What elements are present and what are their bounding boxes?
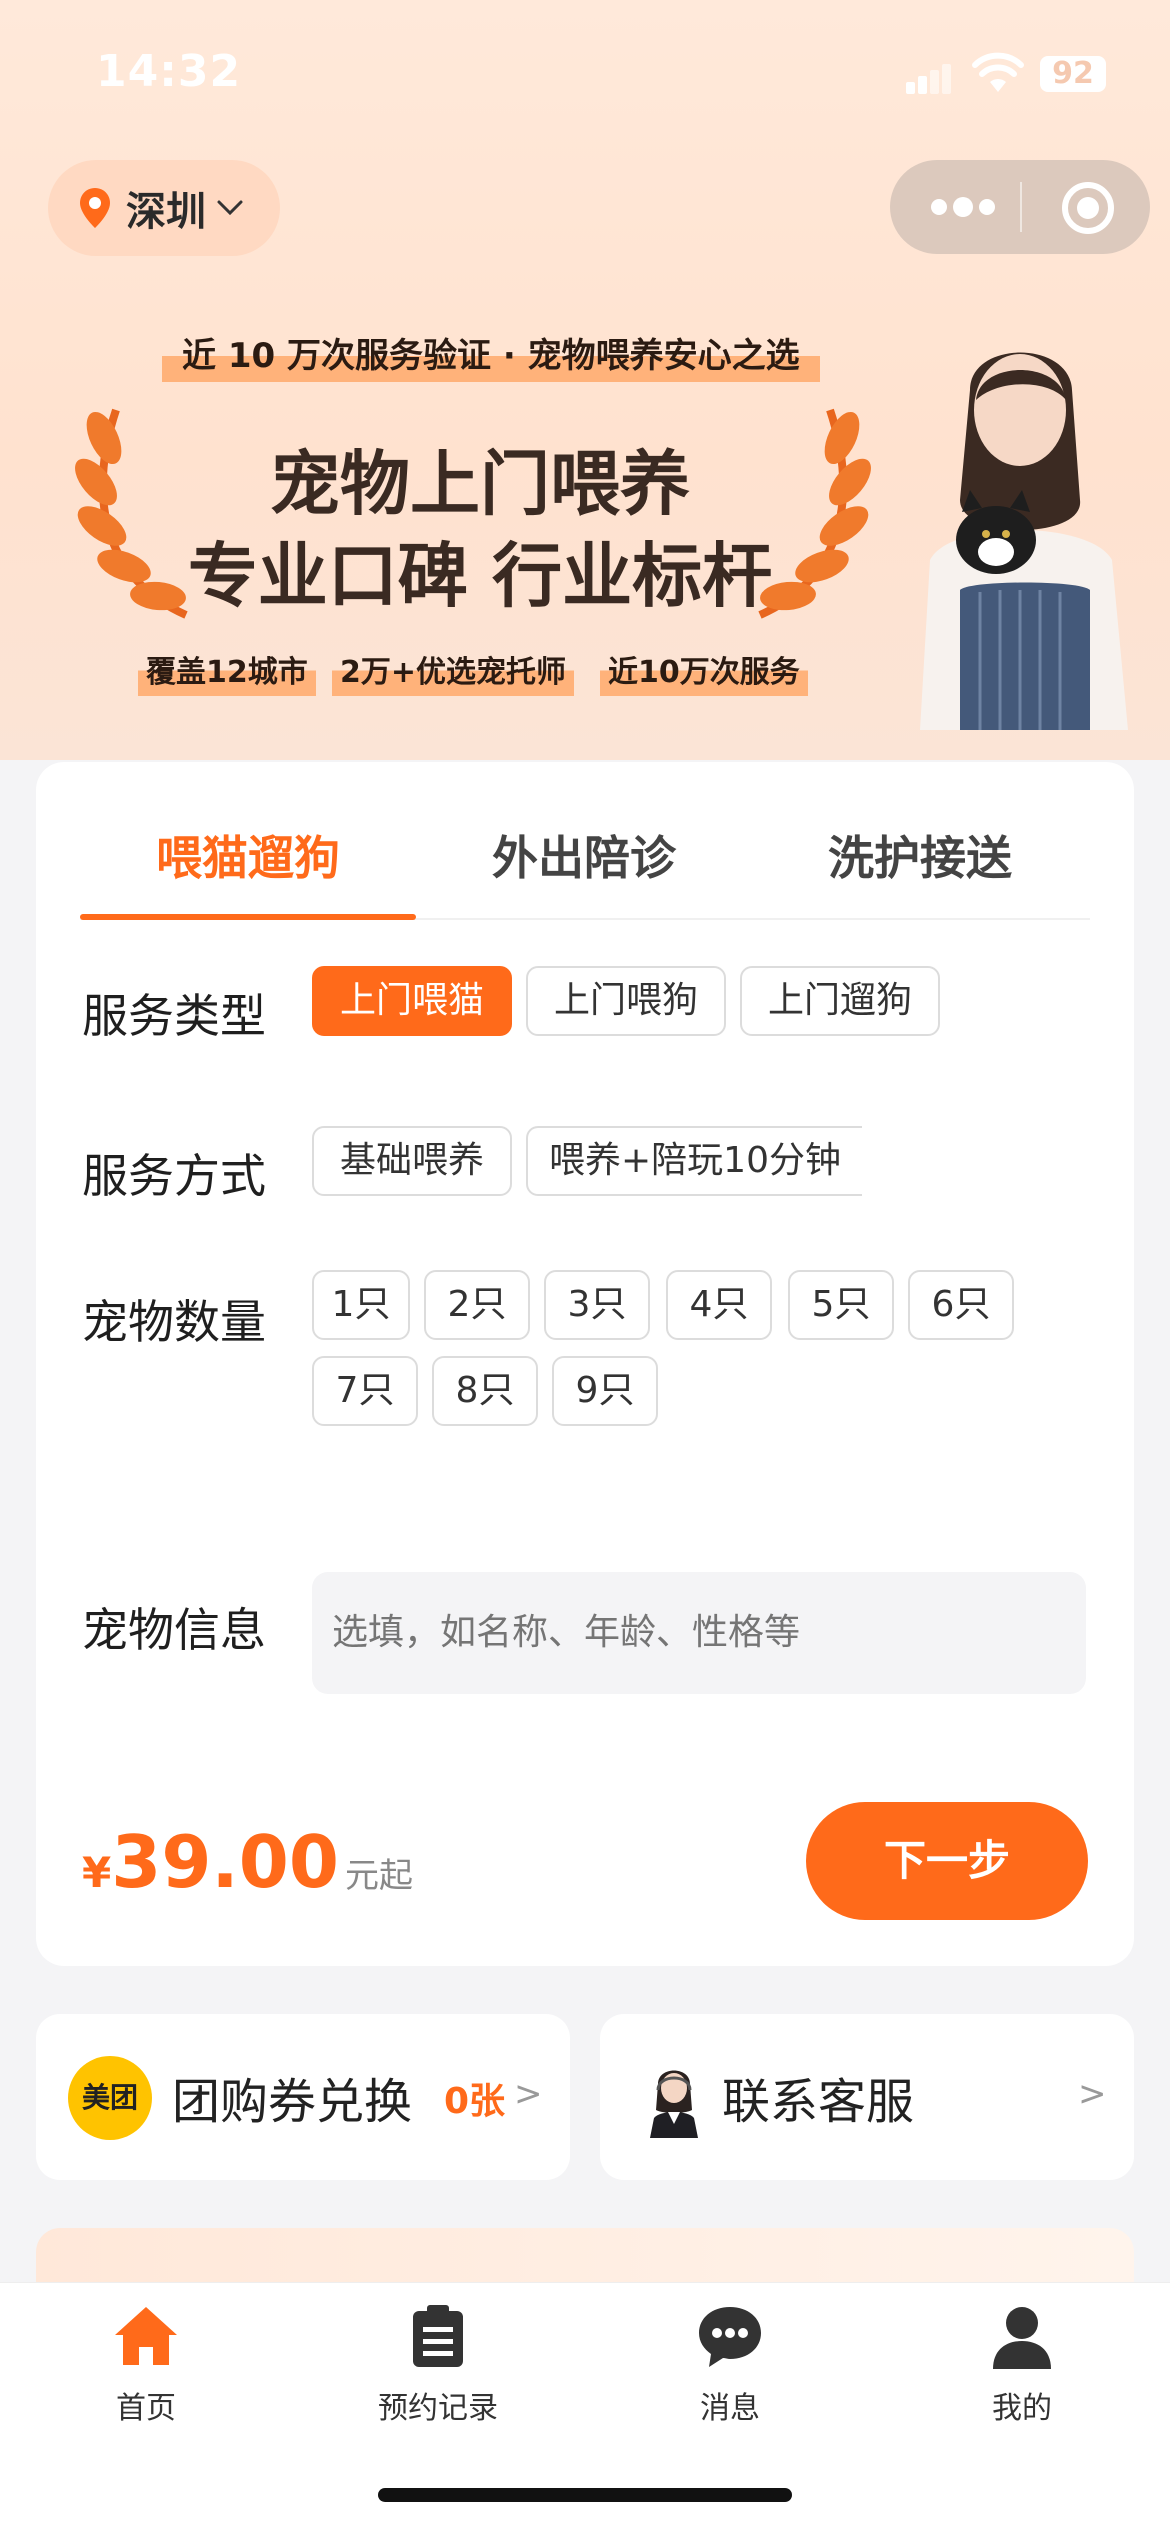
battery-indicator: 92 xyxy=(1040,56,1106,92)
pet-count-label: 宠物数量 xyxy=(82,1295,266,1349)
chip-pet-count-4[interactable]: 4只 xyxy=(666,1270,772,1340)
chevron-down-icon xyxy=(217,200,243,216)
customer-service-title: 联系客服 xyxy=(722,2074,915,2130)
tab-grooming-transport[interactable]: 洗护接送 xyxy=(752,822,1088,888)
tabbar-label: 我的 xyxy=(992,2391,1052,2426)
status-bar: 14:32 92 xyxy=(0,0,1170,140)
coupon-redeem-card[interactable]: 美团 团购券兑换 0张 > xyxy=(36,2014,570,2180)
chat-bubble-icon xyxy=(699,2307,761,2367)
tabbar-label: 首页 xyxy=(116,2391,176,2426)
pet-sitter-photo xyxy=(920,352,1128,730)
chip-pet-count-5[interactable]: 5只 xyxy=(788,1270,894,1340)
chip-pet-count-1[interactable]: 1只 xyxy=(312,1270,410,1340)
clipboard-icon xyxy=(413,2305,463,2367)
pet-info-input[interactable] xyxy=(312,1572,1086,1694)
price-suffix: 元起 xyxy=(344,1856,413,1896)
miniprogram-capsule xyxy=(890,160,1150,254)
city-label: 深圳 xyxy=(126,189,206,235)
price-amount: 39.00 xyxy=(111,1820,339,1904)
price-display: ¥39.00 元起 xyxy=(82,1820,413,1904)
status-time: 14:32 xyxy=(96,46,242,97)
tabbar-label: 预约记录 xyxy=(378,2391,498,2426)
promo-banner[interactable]: 近 10 万次服务验证 · 宠物喂养安心之选 宠物上门喂养 专业口碑 行业标杆 xyxy=(0,310,1170,730)
tab-feed-walk[interactable]: 喂猫遛狗 xyxy=(80,822,416,888)
price-currency: ¥ xyxy=(82,1848,112,1897)
close-miniprogram-icon[interactable] xyxy=(1062,182,1114,234)
map-pin-icon xyxy=(80,188,110,228)
chip-pet-count-3[interactable]: 3只 xyxy=(544,1270,650,1340)
tabbar-item-home[interactable]: 首页 xyxy=(0,2301,292,2427)
chevron-right-icon: > xyxy=(514,2074,543,2114)
active-tab-indicator xyxy=(80,914,416,920)
app-page: 14:32 92 深圳 近 10 万次服务验证 · 宠物喂养安心之选 宠物上门喂… xyxy=(0,0,1170,2532)
chip-feed-dog[interactable]: 上门喂狗 xyxy=(526,966,726,1036)
home-indicator xyxy=(378,2488,792,2502)
tabbar-item-bookings[interactable]: 预约记录 xyxy=(292,2301,584,2427)
location-selector[interactable]: 深圳 xyxy=(48,160,280,256)
booking-card: 喂猫遛狗 外出陪诊 洗护接送 服务类型 上门喂猫 上门喂狗 上门遛狗 服务方式 … xyxy=(36,762,1134,1966)
chip-pet-count-9[interactable]: 9只 xyxy=(552,1356,658,1426)
coupon-count: 0张 xyxy=(444,2081,506,2122)
pet-info-label: 宠物信息 xyxy=(82,1603,266,1657)
banner-badge: 近10万次服务 xyxy=(600,650,808,696)
capsule-divider xyxy=(1020,182,1022,232)
chip-basic-feeding[interactable]: 基础喂养 xyxy=(312,1126,512,1196)
customer-service-agent-icon xyxy=(650,2070,698,2138)
cellular-signal-icon xyxy=(906,62,951,94)
person-icon xyxy=(993,2307,1051,2369)
tabbar-item-profile[interactable]: 我的 xyxy=(876,2301,1168,2427)
chip-feeding-play[interactable]: 喂养+陪玩10分钟 xyxy=(526,1126,862,1196)
meituan-logo: 美团 xyxy=(68,2056,152,2140)
banner-title-2: 专业口碑 行业标杆 xyxy=(187,535,773,617)
service-type-label: 服务类型 xyxy=(82,989,266,1043)
chip-walk-dog[interactable]: 上门遛狗 xyxy=(740,966,940,1036)
service-mode-label: 服务方式 xyxy=(82,1149,266,1203)
chip-pet-count-8[interactable]: 8只 xyxy=(432,1356,538,1426)
more-options-icon[interactable] xyxy=(928,196,998,218)
chip-pet-count-6[interactable]: 6只 xyxy=(908,1270,1014,1340)
banner-badge: 覆盖12城市 xyxy=(138,650,316,696)
wifi-icon xyxy=(972,52,1024,92)
coupon-title: 团购券兑换 xyxy=(172,2074,413,2130)
banner-top-line: 近 10 万次服务验证 · 宠物喂养安心之选 xyxy=(162,330,820,382)
banner-badge: 2万+优选宠托师 xyxy=(332,650,575,696)
tabbar-item-messages[interactable]: 消息 xyxy=(584,2301,876,2427)
chip-pet-count-7[interactable]: 7只 xyxy=(312,1356,418,1426)
chip-pet-count-2[interactable]: 2只 xyxy=(424,1270,530,1340)
tab-vet-escort[interactable]: 外出陪诊 xyxy=(416,822,752,888)
chevron-right-icon: > xyxy=(1078,2074,1107,2114)
tabbar-label: 消息 xyxy=(700,2391,760,2426)
next-step-button[interactable]: 下一步 xyxy=(806,1802,1088,1920)
home-icon xyxy=(115,2307,177,2365)
banner-title-1: 宠物上门喂养 xyxy=(270,443,690,525)
service-category-tabs: 喂猫遛狗 外出陪诊 洗护接送 xyxy=(80,822,1090,920)
chip-feed-cat[interactable]: 上门喂猫 xyxy=(312,966,512,1036)
customer-service-card[interactable]: 联系客服 > xyxy=(600,2014,1134,2180)
